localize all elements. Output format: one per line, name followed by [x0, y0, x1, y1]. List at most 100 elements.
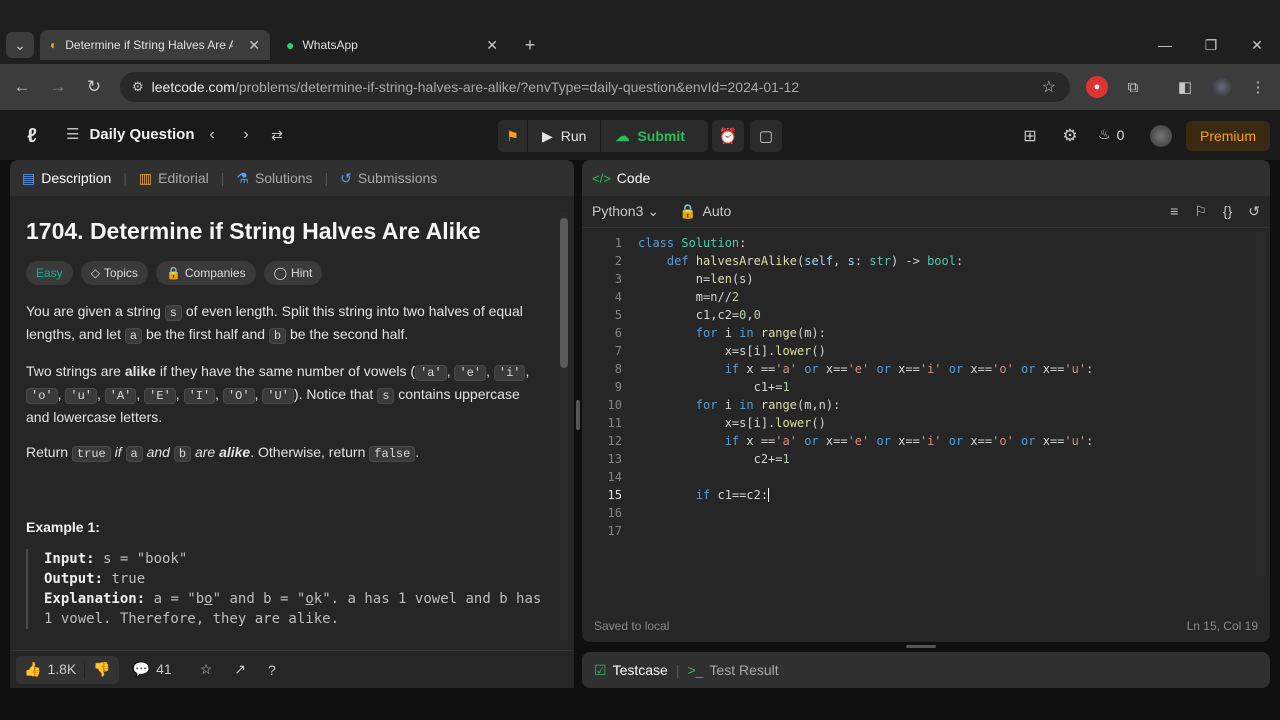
profile-avatar[interactable] — [1211, 76, 1233, 98]
layout-icon[interactable]: ⊞ — [1018, 124, 1042, 148]
lock-icon: 🔒 — [679, 203, 697, 219]
tab-test-result[interactable]: >_ Test Result — [687, 662, 778, 678]
companies-button[interactable]: 🔒 Companies — [155, 261, 256, 285]
paragraph-1: You are given a string s of even length.… — [26, 303, 523, 344]
share-icon[interactable]: ↗ — [234, 661, 246, 678]
auto-mode[interactable]: 🔒 Auto — [679, 203, 731, 220]
list-icon: ☰ — [66, 126, 80, 143]
leetcode-logo-icon[interactable]: ℓ — [20, 124, 44, 148]
fire-icon: ♨ — [1098, 126, 1111, 142]
submit-label: Submit — [637, 128, 685, 144]
premium-label: Premium — [1199, 128, 1256, 144]
vertical-resize-handle[interactable] — [906, 645, 936, 648]
tab-submissions[interactable]: ↺ Submissions — [328, 170, 449, 187]
back-icon[interactable]: ← — [10, 76, 34, 98]
help-icon[interactable]: ? — [268, 662, 276, 678]
side-panel-icon[interactable]: ◧ — [1174, 76, 1196, 98]
run-button[interactable]: ▶ Run — [528, 120, 602, 152]
close-window-icon[interactable]: ✕ — [1244, 32, 1270, 58]
editor-toolbar: Python3 ⌄ 🔒 Auto ≡ ⚐ {} ↺ — [582, 196, 1270, 228]
minimize-icon[interactable]: — — [1152, 32, 1178, 58]
submit-button[interactable]: ☁ Submit — [601, 120, 698, 152]
like-count: 1.8K — [47, 661, 77, 677]
extensions-icon[interactable]: ⧉ — [1122, 76, 1144, 98]
flask-icon: ⚗ — [236, 169, 249, 186]
next-problem-icon[interactable]: › — [236, 124, 256, 146]
browser-tab-leetcode[interactable]: ◐ Determine if String Halves Are Alike ✕ — [40, 30, 270, 60]
topics-button[interactable]: ◇ Topics — [80, 261, 148, 285]
tag-label: Companies — [184, 266, 246, 280]
description-footer: 👍 1.8K 👎 💬 41 ☆ ↗ ? — [10, 650, 574, 688]
tab-solutions[interactable]: ⚗ Solutions — [224, 170, 324, 187]
problem-list-nav[interactable]: ☰ Daily Question — [66, 125, 195, 144]
address-bar[interactable]: ⚙ leetcode.com/problems/determine-if-str… — [120, 72, 1070, 102]
restore-icon[interactable]: ❐ — [1198, 32, 1224, 58]
tab-label: Testcase — [612, 661, 668, 678]
tab-description[interactable]: ▤ Description — [10, 170, 123, 187]
line-numbers: 1 2 3 4 5 6 7 8 9 10 11 12 13 14 15 16 17 — [607, 236, 622, 538]
new-tab-icon[interactable]: + — [518, 34, 542, 56]
panel-resize-handle[interactable] — [576, 400, 580, 430]
app-header: ℓ ☰ Daily Question ‹ › ⇄ ⚑ ▶ Run ☁ Submi… — [0, 110, 1280, 160]
terminal-icon: >_ — [687, 662, 704, 678]
tab-testcase[interactable]: ☑ Testcase — [594, 662, 668, 679]
comment-count: 41 — [156, 661, 172, 677]
reload-icon[interactable]: ↻ — [82, 76, 106, 98]
shuffle-icon[interactable]: ⇄ — [266, 124, 288, 146]
bookmark-icon[interactable]: ⚐ — [1194, 203, 1207, 220]
language-select[interactable]: Python3 ⌄ — [592, 203, 659, 220]
avatar[interactable] — [1150, 125, 1172, 147]
code-editor[interactable]: 1 2 3 4 5 6 7 8 9 10 11 12 13 14 15 16 17 class Solution… — [582, 234, 1262, 594]
forward-icon[interactable]: → — [46, 76, 70, 98]
browser-tab-whatsapp[interactable]: ● WhatsApp ✕ — [276, 30, 508, 60]
close-tab-icon[interactable]: ✕ — [486, 37, 498, 54]
streak-counter[interactable]: ♨ 0 — [1098, 126, 1124, 143]
extension-record-icon[interactable]: ● — [1086, 76, 1108, 98]
problem-title: 1704. Determine if String Halves Are Ali… — [26, 218, 481, 244]
book-icon: ▥ — [138, 169, 153, 186]
tab-editorial[interactable]: ▥ Editorial — [127, 170, 221, 187]
prev-problem-icon[interactable]: ‹ — [202, 124, 222, 146]
close-tab-icon[interactable]: ✕ — [248, 37, 260, 54]
tab-label: Solutions — [254, 170, 313, 186]
thumbs-up-icon: 👍 — [24, 661, 42, 677]
upload-cloud-icon: ☁ — [615, 127, 630, 144]
streak-count: 0 — [1116, 126, 1125, 143]
tab-search-icon[interactable]: ⌄ — [6, 32, 34, 58]
debug-icon[interactable]: ⚑ — [498, 120, 528, 152]
browser-tab-strip: ⌄ ◐ Determine if String Halves Are Alike… — [0, 0, 1280, 64]
bookmark-star-icon[interactable]: ☆ — [1042, 77, 1056, 97]
browser-menu-icon[interactable]: ⋮ — [1248, 76, 1268, 98]
editor-scrollbar[interactable] — [1256, 232, 1266, 576]
alarm-icon[interactable]: ⏰ — [712, 120, 744, 152]
whatsapp-favicon-icon: ● — [286, 37, 295, 53]
note-icon[interactable]: ▢ — [750, 120, 782, 152]
example-block: Input: s = "book" Output: true Explanati… — [26, 549, 546, 629]
format-icon[interactable]: ≡ — [1170, 203, 1178, 220]
url-host: leetcode.com — [151, 79, 235, 95]
gear-icon[interactable]: ⚙ — [1058, 124, 1082, 148]
braces-icon[interactable]: {} — [1223, 203, 1232, 220]
editor-status-bar: Saved to local Ln 15, Col 19 — [582, 610, 1270, 642]
language-label: Python3 — [592, 203, 644, 219]
like-button[interactable]: 👍 1.8K — [16, 661, 84, 678]
tab-code[interactable]: Code — [617, 170, 650, 186]
premium-button[interactable]: Premium — [1186, 121, 1270, 151]
description-scrollbar[interactable] — [560, 212, 568, 640]
site-info-icon[interactable]: ⚙ — [132, 79, 144, 95]
nav-label: Daily Question — [89, 125, 195, 143]
save-status: Saved to local — [594, 619, 670, 633]
lock-icon: 🔒 — [165, 266, 181, 280]
checkbox-icon: ☑ — [594, 661, 607, 678]
difficulty-badge: Easy — [26, 261, 73, 285]
reset-icon[interactable]: ↺ — [1248, 203, 1260, 220]
tab-label: Description — [41, 170, 112, 186]
mode-label: Auto — [702, 203, 732, 219]
code-panel: </> Code Python3 ⌄ 🔒 Auto ≡ ⚐ {} ↺ 1234567… — [582, 160, 1270, 642]
code-icon: </> — [592, 170, 611, 186]
comments-button[interactable]: 💬 41 — [133, 661, 172, 678]
favorite-star-icon[interactable]: ☆ — [200, 661, 213, 678]
hint-button[interactable]: ◯ Hint — [263, 261, 323, 285]
dislike-button[interactable]: 👎 — [84, 661, 118, 678]
history-icon: ↺ — [340, 169, 352, 186]
